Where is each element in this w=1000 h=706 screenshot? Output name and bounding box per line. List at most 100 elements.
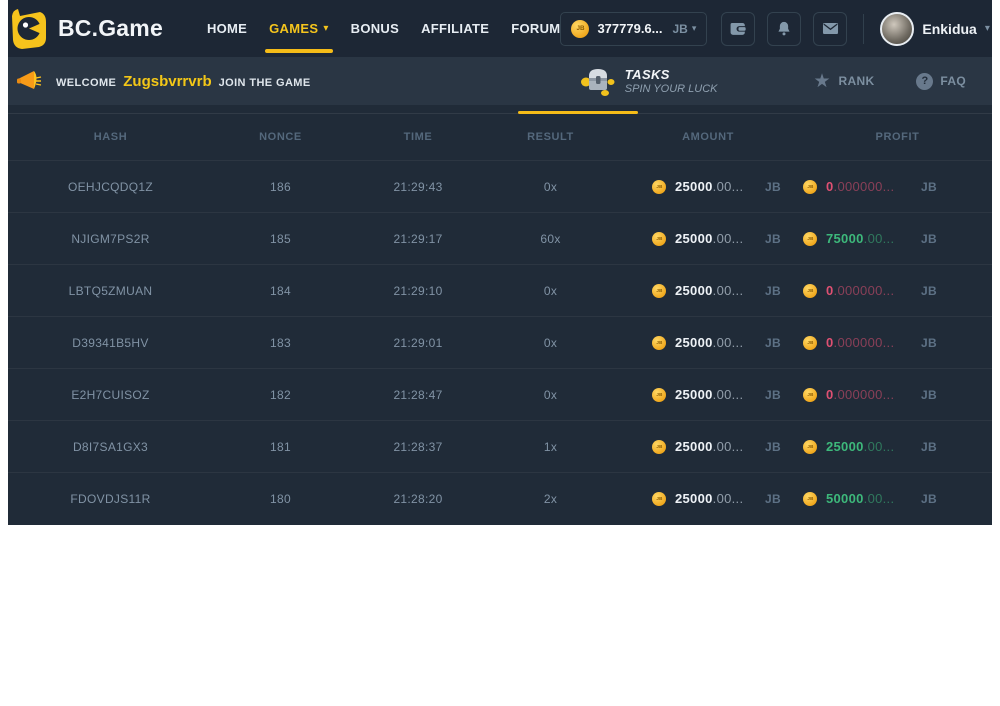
- cell-result: 60x: [488, 232, 613, 246]
- balance-value: 377779.6...: [597, 21, 662, 36]
- cell-time: 21:28:20: [348, 492, 488, 506]
- coin-icon: JB: [803, 232, 817, 246]
- cell-hash: D8I7SA1GX3: [8, 440, 213, 454]
- cell-profit: JB 25000.00... JB: [803, 439, 992, 454]
- coin-icon: JB: [652, 336, 666, 350]
- welcome-prefix: WELCOME: [56, 77, 116, 89]
- header-divider: [863, 14, 864, 44]
- cell-time: 21:28:37: [348, 440, 488, 454]
- cell-result: 0x: [488, 336, 613, 350]
- table-row[interactable]: D39341B5HV 183 21:29:01 0x JB 25000.00..…: [8, 316, 992, 368]
- mail-icon: [821, 19, 840, 38]
- cell-result: 0x: [488, 388, 613, 402]
- coin-icon: JB: [652, 492, 666, 506]
- cell-nonce: 185: [213, 232, 348, 246]
- nav-games[interactable]: GAMES ▾: [269, 0, 329, 57]
- notifications-button[interactable]: [767, 12, 801, 46]
- cell-nonce: 180: [213, 492, 348, 506]
- welcome-username[interactable]: Zugsbvrrvrb: [123, 73, 211, 90]
- nav-forum[interactable]: FORUM: [511, 0, 560, 57]
- faq-label: FAQ: [940, 74, 966, 88]
- cell-time: 21:29:10: [348, 284, 488, 298]
- bets-panel: HASH NONCE TIME RESULT AMOUNT PROFIT OEH…: [8, 105, 992, 525]
- table-row[interactable]: NJIGM7PS2R 185 21:29:17 60x JB 25000.00.…: [8, 212, 992, 264]
- cell-time: 21:29:01: [348, 336, 488, 350]
- table-row[interactable]: FDOVDJS11R 180 21:28:20 2x JB 25000.00..…: [8, 472, 992, 524]
- coin-icon: JB: [571, 20, 589, 38]
- tasks-title: TASKS: [625, 67, 718, 82]
- col-time: TIME: [348, 131, 488, 143]
- wallet-button[interactable]: [721, 12, 755, 46]
- cell-result: 0x: [488, 180, 613, 194]
- cell-hash: D39341B5HV: [8, 336, 213, 350]
- cell-profit: JB 0.000000... JB: [803, 335, 992, 350]
- top-navbar: BC.Game HOME GAMES ▾ BONUS AFFILIATE FOR…: [8, 0, 992, 57]
- app-window: BC.Game HOME GAMES ▾ BONUS AFFILIATE FOR…: [8, 0, 992, 525]
- faq-link[interactable]: ? FAQ: [916, 73, 966, 90]
- welcome-banner: WELCOME Zugsbvrrvrb JOIN THE GAME TASKS …: [8, 57, 992, 105]
- col-hash: HASH: [8, 131, 213, 143]
- coin-icon: JB: [652, 440, 666, 454]
- balance-selector[interactable]: JB 377779.6... JB ▾: [560, 12, 707, 46]
- cell-amount: JB 25000.00... JB: [613, 335, 803, 350]
- nav-bonus[interactable]: BONUS: [351, 0, 399, 57]
- col-nonce: NONCE: [213, 131, 348, 143]
- cell-hash: FDOVDJS11R: [8, 492, 213, 506]
- chevron-down-icon: ▾: [692, 23, 697, 34]
- megaphone-icon: [16, 69, 42, 93]
- welcome-suffix: JOIN THE GAME: [219, 77, 311, 89]
- currency-unit: JB: [765, 284, 781, 298]
- cell-hash: E2H7CUISOZ: [8, 388, 213, 402]
- cell-result: 1x: [488, 440, 613, 454]
- tasks-subtitle: SPIN YOUR LUCK: [625, 83, 718, 95]
- cell-profit: JB 0.000000... JB: [803, 387, 992, 402]
- avatar: [880, 12, 914, 46]
- coin-icon: JB: [803, 284, 817, 298]
- currency-unit: JB: [765, 388, 781, 402]
- user-menu[interactable]: Enkidua ▾: [880, 12, 990, 46]
- table-row[interactable]: OEHJCQDQ1Z 186 21:29:43 0x JB 25000.00..…: [8, 160, 992, 212]
- col-profit: PROFIT: [803, 131, 992, 143]
- wallet-icon: [729, 19, 748, 38]
- logo[interactable]: BC.Game: [10, 8, 163, 50]
- currency-unit: JB: [921, 440, 937, 454]
- chevron-down-icon: ▾: [323, 23, 328, 34]
- currency-unit: JB: [765, 232, 781, 246]
- cell-nonce: 183: [213, 336, 348, 350]
- table-row[interactable]: D8I7SA1GX3 181 21:28:37 1x JB 25000.00..…: [8, 420, 992, 472]
- coin-icon: JB: [652, 180, 666, 194]
- cell-amount: JB 25000.00... JB: [613, 231, 803, 246]
- treasure-chest-icon: [581, 66, 615, 96]
- coin-icon: JB: [652, 284, 666, 298]
- active-tab-indicator: [518, 111, 638, 114]
- cell-time: 21:28:47: [348, 388, 488, 402]
- table-row[interactable]: E2H7CUISOZ 182 21:28:47 0x JB 25000.00..…: [8, 368, 992, 420]
- tasks-widget[interactable]: TASKS SPIN YOUR LUCK: [581, 66, 718, 96]
- star-icon: ★: [814, 72, 831, 91]
- currency-unit: JB: [765, 180, 781, 194]
- cell-profit: JB 0.000000... JB: [803, 283, 992, 298]
- header-right-zone: JB 377779.6... JB ▾: [560, 12, 1000, 46]
- chevron-down-icon: ▾: [985, 23, 990, 34]
- username: Enkidua: [922, 21, 976, 37]
- cell-amount: JB 25000.00... JB: [613, 491, 803, 506]
- rank-link[interactable]: ★ RANK: [814, 72, 875, 91]
- question-icon: ?: [916, 73, 933, 90]
- currency-unit: JB: [921, 388, 937, 402]
- coin-icon: JB: [803, 492, 817, 506]
- table-row[interactable]: LBTQ5ZMUAN 184 21:29:10 0x JB 25000.00..…: [8, 264, 992, 316]
- bell-icon: [775, 20, 793, 38]
- coin-icon: JB: [652, 388, 666, 402]
- cell-profit: JB 75000.00... JB: [803, 231, 992, 246]
- cell-amount: JB 25000.00... JB: [613, 283, 803, 298]
- tasks-text: TASKS SPIN YOUR LUCK: [625, 67, 718, 95]
- messages-button[interactable]: [813, 12, 847, 46]
- currency-unit: JB: [765, 492, 781, 506]
- cell-hash: OEHJCQDQ1Z: [8, 180, 213, 194]
- main-nav: HOME GAMES ▾ BONUS AFFILIATE FORUM: [207, 0, 561, 57]
- nav-home[interactable]: HOME: [207, 0, 247, 57]
- cell-nonce: 184: [213, 284, 348, 298]
- coin-icon: JB: [652, 232, 666, 246]
- balance-currency: JB: [673, 22, 688, 36]
- nav-affiliate[interactable]: AFFILIATE: [421, 0, 489, 57]
